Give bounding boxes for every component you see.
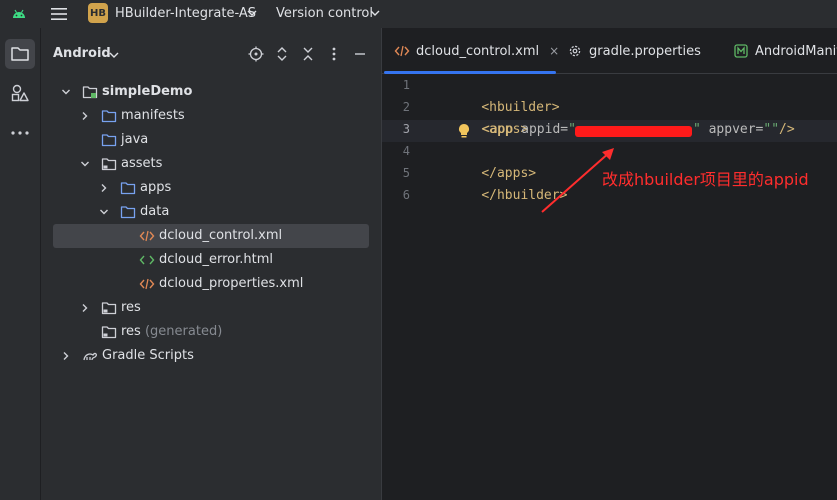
code-line-4[interactable]: </apps> (450, 141, 536, 181)
chevron-down-icon[interactable] (247, 9, 257, 17)
editor-tab-bar: dcloud_control.xml × gradle.properties A… (382, 28, 837, 74)
editor-area: dcloud_control.xml × gradle.properties A… (381, 28, 837, 500)
close-tab-icon[interactable]: × (549, 44, 559, 58)
project-panel: Android simpleDemo manifests java assets… (41, 28, 381, 500)
xml-file-icon (394, 45, 410, 57)
chevron-down-icon[interactable] (80, 159, 90, 169)
tree-item[interactable]: assets (53, 152, 369, 176)
locate-file-icon[interactable] (248, 46, 264, 62)
xml-file-icon (139, 278, 155, 290)
more-tools-button[interactable] (5, 118, 35, 148)
tree-item-label: simpleDemo (102, 84, 193, 99)
xml-attribute: appid= (521, 122, 569, 137)
tab-label: dcloud_control.xml (416, 43, 540, 59)
folder-icon (120, 206, 136, 219)
line-number: 1 (402, 78, 410, 92)
module-folder-icon (82, 86, 98, 99)
version-control-menu[interactable]: Version control (276, 6, 373, 21)
manifest-icon (734, 44, 748, 58)
tree-item[interactable]: data (53, 200, 369, 224)
tree-item-label: dcloud_properties.xml (159, 276, 304, 291)
tab-dcloud-control-xml[interactable]: dcloud_control.xml × (394, 28, 559, 74)
tab-label: gradle.properties (589, 43, 701, 59)
redaction-mark (575, 126, 692, 137)
lightbulb-icon[interactable] (457, 123, 471, 139)
chevron-down-icon[interactable] (370, 9, 380, 17)
tree-item[interactable]: dcloud_control.xml (53, 224, 369, 248)
tool-window-strip (0, 28, 41, 500)
xml-string: " (692, 122, 701, 137)
chevron-down-icon[interactable] (109, 51, 119, 59)
tab-android-manifest[interactable]: AndroidManife (734, 28, 837, 74)
chevron-right-icon[interactable] (80, 111, 90, 121)
main-menu-icon[interactable] (50, 6, 68, 22)
folder-icon (120, 182, 136, 195)
android-logo-icon[interactable] (11, 7, 27, 21)
shapes-icon (11, 84, 29, 102)
tree-item[interactable]: simpleDemo (53, 80, 369, 104)
more-horizontal-icon (11, 131, 29, 135)
project-name[interactable]: HBuilder-Integrate-AS (115, 6, 256, 21)
project-badge[interactable]: HB (88, 3, 108, 23)
html-file-icon (139, 255, 155, 265)
resource-folder-icon (101, 302, 117, 315)
project-view-selector[interactable]: Android (53, 46, 111, 61)
folder-icon (101, 134, 117, 147)
resource-folder-icon (101, 326, 117, 339)
xml-string: "" (763, 122, 780, 137)
chevron-down-icon[interactable] (99, 207, 109, 217)
tree-item-label: dcloud_error.html (159, 252, 273, 267)
code-line-2[interactable]: <apps> (450, 97, 528, 137)
project-panel-header: Android (41, 28, 381, 80)
tree-item-label: res (generated) (121, 324, 223, 339)
tree-item-label: dcloud_control.xml (159, 228, 283, 243)
chevron-down-icon[interactable] (61, 87, 71, 97)
code-line-1[interactable]: <hbuilder> (450, 75, 559, 115)
folder-icon (101, 110, 117, 123)
gear-icon (569, 45, 581, 57)
options-vertical-icon[interactable] (326, 46, 342, 62)
chevron-right-icon[interactable] (61, 351, 71, 361)
xml-attribute: appver= (700, 122, 764, 137)
title-bar: HB HBuilder-Integrate-AS Version control (0, 0, 837, 28)
tree-item[interactable]: res (53, 296, 369, 320)
tree-item[interactable]: Gradle Scripts (53, 344, 369, 368)
line-number: 5 (402, 166, 410, 180)
line-number: 3 (402, 122, 410, 136)
resource-folder-icon (101, 158, 117, 171)
tree-item-label: java (121, 132, 149, 147)
chevron-right-icon[interactable] (80, 303, 90, 313)
tree-item[interactable]: dcloud_error.html (53, 248, 369, 272)
tree-item-sublabel: (generated) (140, 324, 223, 339)
tree-item-label: assets (121, 156, 163, 171)
expand-all-icon[interactable] (274, 46, 290, 62)
xml-tag: <app (482, 122, 522, 137)
gradle-icon (83, 352, 97, 361)
tree-item-label: res (121, 300, 141, 315)
tree-item[interactable]: res (generated) (53, 320, 369, 344)
folder-icon (11, 47, 29, 61)
tree-item[interactable]: dcloud_properties.xml (53, 272, 369, 296)
xml-tag: /> (779, 122, 795, 137)
tree-item-label: apps (140, 180, 172, 195)
tab-gradle-properties[interactable]: gradle.properties (568, 28, 701, 74)
xml-file-icon (139, 230, 155, 242)
minimize-icon[interactable] (352, 46, 368, 62)
line-number-gutter: 1 2 3 4 5 6 (382, 74, 432, 500)
tab-label: AndroidManife (755, 43, 837, 59)
line-number: 6 (402, 188, 410, 202)
resource-manager-button[interactable] (5, 78, 35, 108)
tree-item-label: Gradle Scripts (102, 348, 194, 363)
project-tool-button[interactable] (5, 39, 35, 69)
tree-item[interactable]: apps (53, 176, 369, 200)
line-number: 2 (402, 100, 410, 114)
collapse-all-icon[interactable] (300, 46, 316, 62)
line-number: 4 (402, 144, 410, 158)
tree-item-label: manifests (121, 108, 185, 123)
tree-item[interactable]: java (53, 128, 369, 152)
tree-item-label: data (140, 204, 170, 219)
annotation-text: 改成hbuilder项目里的appid (602, 170, 809, 189)
chevron-right-icon[interactable] (99, 183, 109, 193)
tree-item[interactable]: manifests (53, 104, 369, 128)
